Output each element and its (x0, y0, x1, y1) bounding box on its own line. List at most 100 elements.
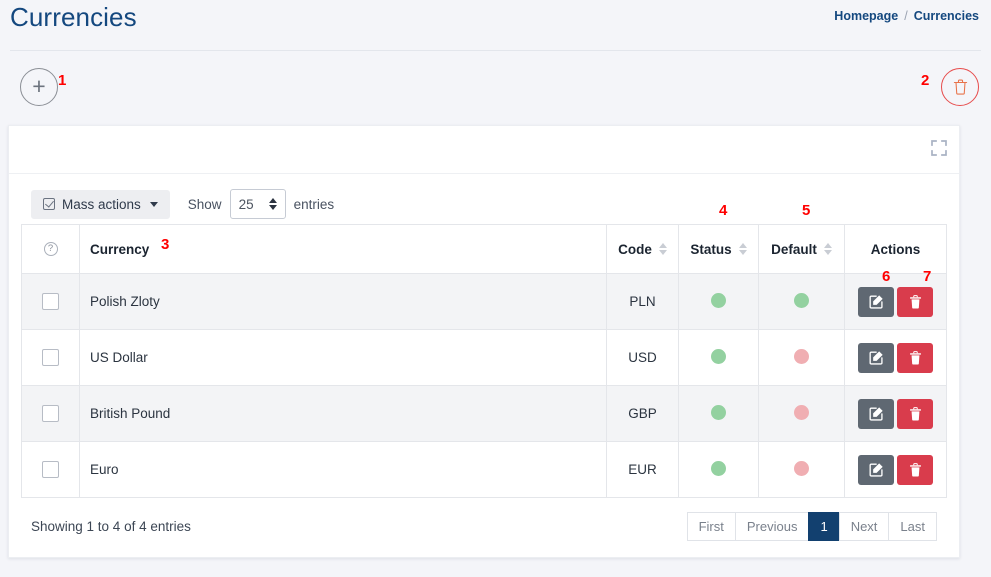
cell-currency-name: Euro (79, 441, 607, 498)
pagination-next[interactable]: Next (838, 512, 889, 541)
datatable-card: Mass actions Show 25 entries ? Currency … (8, 125, 960, 558)
pagination-first[interactable]: First (686, 512, 735, 541)
bulk-delete-button[interactable] (941, 68, 979, 106)
page-title: Currencies (10, 2, 137, 32)
table-head: ? Currency Code Status Default Actions (21, 224, 947, 274)
column-header-code[interactable]: Code (606, 224, 679, 274)
pagination-previous[interactable]: Previous (734, 512, 809, 541)
row-checkbox[interactable] (42, 349, 59, 366)
edit-row-button[interactable] (858, 286, 894, 317)
cell-currency-name: British Pound (79, 385, 607, 442)
page-length-control: Show 25 entries (188, 189, 334, 219)
row-select-cell (21, 441, 80, 498)
cell-currency-code: EUR (606, 441, 679, 498)
sort-arrows-icon[interactable] (658, 243, 667, 255)
add-currency-button[interactable]: + (20, 68, 58, 106)
column-header-currency[interactable]: Currency (79, 224, 607, 274)
breadcrumb: Homepage / Currencies (834, 9, 979, 23)
status-indicator-dot (711, 348, 726, 364)
trash-icon (953, 79, 967, 95)
default-indicator-dot (794, 348, 809, 364)
table-row: British Pound GBP (21, 385, 947, 442)
row-select-cell (21, 385, 80, 442)
trash-icon (909, 294, 921, 308)
page-length-value: 25 (238, 196, 254, 212)
card-body: Mass actions Show 25 entries ? Currency … (9, 174, 959, 557)
status-indicator-dot (711, 460, 726, 476)
row-checkbox[interactable] (42, 461, 59, 478)
card-header (9, 126, 959, 174)
row-checkbox[interactable] (42, 405, 59, 422)
row-checkbox[interactable] (42, 293, 59, 310)
default-indicator-dot (794, 404, 809, 420)
table-row: US Dollar USD (21, 329, 947, 386)
plus-icon: + (32, 72, 46, 99)
cell-currency-code: PLN (606, 273, 679, 330)
page-length-input[interactable]: 25 (229, 189, 286, 219)
cell-actions (844, 441, 947, 498)
action-toolbar: + (0, 51, 991, 123)
chevron-down-icon (149, 201, 158, 207)
delete-row-button[interactable] (897, 398, 933, 429)
datatable-footer: Showing 1 to 4 of 4 entries First Previou… (21, 498, 947, 543)
currencies-table: ? Currency Code Status Default Actions P… (21, 224, 947, 498)
delete-row-button[interactable] (897, 454, 933, 485)
help-question-icon[interactable]: ? (43, 242, 58, 256)
checkbox-icon (43, 198, 55, 210)
breadcrumb-link-homepage[interactable]: Homepage (834, 9, 898, 23)
show-label: Show (187, 196, 222, 212)
column-header-select: ? (21, 224, 80, 274)
sort-arrows-icon[interactable] (823, 243, 832, 255)
delete-row-button[interactable] (897, 342, 933, 373)
mass-actions-dropdown[interactable]: Mass actions (31, 189, 170, 219)
sort-arrows-icon[interactable] (738, 243, 747, 255)
breadcrumb-current: Currencies (913, 9, 979, 23)
cell-status (678, 441, 759, 498)
column-header-default[interactable]: Default (758, 224, 845, 274)
edit-pencil-icon (869, 463, 883, 477)
column-label-default: Default (771, 241, 817, 257)
table-row: Euro EUR (21, 441, 947, 498)
trash-icon (909, 350, 921, 364)
cell-default (758, 329, 845, 386)
entries-info: Showing 1 to 4 of 4 entries (31, 519, 191, 534)
mass-actions-label: Mass actions (62, 196, 141, 212)
table-row: Polish Zloty PLN (21, 273, 947, 330)
page-header: Currencies Homepage / Currencies (0, 0, 991, 50)
datatable-controls: Mass actions Show 25 entries (21, 184, 947, 224)
column-label-code: Code (618, 241, 652, 257)
column-header-status[interactable]: Status (678, 224, 759, 274)
status-indicator-dot (711, 292, 726, 308)
edit-pencil-icon (869, 351, 883, 365)
default-indicator-dot (794, 460, 809, 476)
edit-row-button[interactable] (858, 454, 894, 485)
pagination-1[interactable]: 1 (808, 512, 839, 541)
row-select-cell (21, 273, 80, 330)
row-select-cell (21, 329, 80, 386)
column-label-actions: Actions (870, 241, 921, 257)
pagination-last[interactable]: Last (888, 512, 937, 541)
cell-default (758, 273, 845, 330)
column-label-status: Status (690, 241, 732, 257)
default-indicator-dot (794, 292, 809, 308)
cell-default (758, 385, 845, 442)
edit-pencil-icon (869, 295, 883, 309)
trash-icon (909, 462, 921, 476)
delete-row-button[interactable] (897, 286, 933, 317)
cell-actions (844, 385, 947, 442)
cell-currency-code: USD (606, 329, 679, 386)
breadcrumb-separator: / (904, 9, 908, 23)
cell-actions (844, 273, 947, 330)
column-label-currency: Currency (90, 241, 150, 257)
edit-row-button[interactable] (858, 398, 894, 429)
stepper-arrows-icon[interactable] (268, 198, 277, 210)
cell-status (678, 273, 759, 330)
cell-default (758, 441, 845, 498)
column-header-actions: Actions (844, 224, 947, 274)
expand-fullscreen-icon[interactable] (931, 140, 947, 156)
trash-icon (909, 406, 921, 420)
cell-status (678, 329, 759, 386)
edit-row-button[interactable] (858, 342, 894, 373)
table-header-row: ? Currency Code Status Default Actions (21, 224, 947, 274)
pagination: First Previous 1 Next Last (686, 512, 937, 541)
